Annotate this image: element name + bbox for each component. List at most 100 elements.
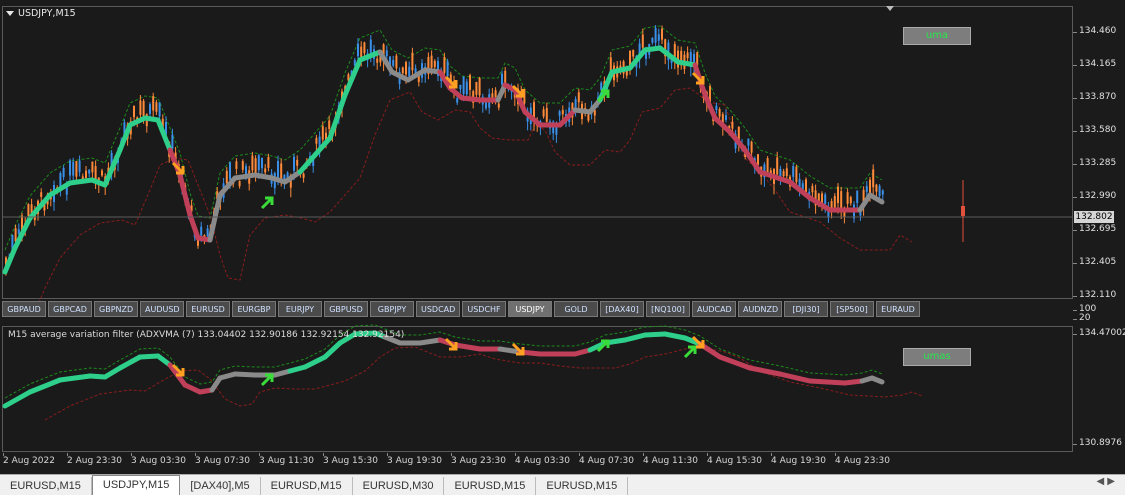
candle-body xyxy=(302,173,305,178)
candle-body xyxy=(433,60,436,68)
candle-body xyxy=(277,160,279,178)
candle-body xyxy=(561,110,564,115)
adxvma-line-segment xyxy=(232,172,258,181)
sub-adxvma-line-segment xyxy=(322,340,343,360)
sub-lower-band-line xyxy=(44,346,923,421)
candle-body xyxy=(251,155,254,171)
chart-tab[interactable]: EURUSD,M30 xyxy=(353,477,445,495)
candle-body xyxy=(731,121,734,129)
adxvma-line-segment xyxy=(327,92,348,141)
forecast-candle-body xyxy=(961,206,965,216)
price-axis[interactable]: 134.460 134.165 133.870 133.580 133.285 … xyxy=(1072,6,1125,453)
price-tick: 132.405 xyxy=(1072,257,1117,267)
chart-tab[interactable]: USDJPY,M15 xyxy=(91,475,181,495)
symbol-button-gbpcad[interactable]: GBPCAD xyxy=(48,301,92,317)
price-tick: 133.580 xyxy=(1072,125,1117,135)
time-label: 3 Aug 19:30 xyxy=(387,453,442,466)
adxvma-line-segment xyxy=(67,177,95,186)
candle-body xyxy=(641,34,644,48)
symbol-button-nq100[interactable]: [NQ100] xyxy=(646,301,690,317)
candle-body xyxy=(376,58,379,63)
sub-adxvma-line-segment xyxy=(642,331,668,338)
candle-body xyxy=(88,169,91,174)
candle-body xyxy=(501,73,503,85)
symbol-button-audusd[interactable]: AUDUSD xyxy=(140,301,184,317)
candle-body xyxy=(651,37,654,43)
candle-body xyxy=(94,166,97,181)
time-label: 3 Aug 07:30 xyxy=(195,453,250,466)
adxvma-line-segment xyxy=(807,195,833,213)
time-label: 4 Aug 03:30 xyxy=(515,453,570,466)
symbol-button-gbpjpy[interactable]: GBPJPY xyxy=(370,301,414,317)
symbol-button-eurusd[interactable]: EURUSD xyxy=(186,301,230,317)
candle-body xyxy=(261,157,263,169)
candle-body xyxy=(833,196,836,208)
dropdown-triangle-icon[interactable] xyxy=(6,11,14,16)
candle-body xyxy=(443,56,446,73)
candle-body xyxy=(200,226,203,236)
symbol-button-sp500[interactable]: [SP500] xyxy=(830,301,874,317)
adxvma-line-segment xyxy=(252,172,275,181)
symbol-button-audcad[interactable]: AUDCAD xyxy=(692,301,736,317)
time-label: 4 Aug 07:30 xyxy=(579,453,634,466)
tab-scroll-arrows-icon[interactable]: ◀ ▶ xyxy=(1096,476,1115,487)
adxvma-line-segment xyxy=(459,95,483,103)
candle-body xyxy=(686,52,689,59)
candle-body xyxy=(846,192,849,204)
candle-body xyxy=(59,173,62,187)
time-label: 2 Aug 23:30 xyxy=(67,453,122,466)
symbol-button-euraud[interactable]: EURAUD xyxy=(876,301,920,317)
candle-body xyxy=(757,154,759,166)
chart-title[interactable]: USDJPY,M15 xyxy=(6,8,76,19)
chart-window: USDJPY,M15 uma umas 134.460 134.165 133.… xyxy=(0,0,1125,495)
shift-marker-icon[interactable] xyxy=(886,6,894,11)
sub-adxvma-line-segment xyxy=(27,377,63,395)
candle-body xyxy=(542,109,545,117)
buy-arrow-icon xyxy=(260,196,274,210)
sub-adxvma-line-segment xyxy=(2,389,33,409)
adxvma-line-segment xyxy=(857,192,873,213)
candle-body xyxy=(72,161,75,176)
candle-body xyxy=(878,185,881,197)
chart-title-text: USDJPY,M15 xyxy=(18,8,76,19)
symbol-button-dax40[interactable]: [DAX40] xyxy=(600,301,644,317)
candle-body xyxy=(315,137,318,144)
candle-body xyxy=(459,84,462,90)
symbol-button-eurjpy[interactable]: EURJPY xyxy=(278,301,322,317)
candle-body xyxy=(725,115,727,120)
symbol-button-usdchf[interactable]: USDCHF xyxy=(462,301,506,317)
sub-adxvma-line-segment xyxy=(807,378,848,386)
time-axis[interactable]: 2 Aug 2022 2 Aug 23:30 3 Aug 03:30 3 Aug 07… xyxy=(2,453,1073,469)
candle-body xyxy=(494,90,497,98)
candle-body xyxy=(152,96,155,111)
symbol-button-audnzd[interactable]: AUDNZD xyxy=(738,301,782,317)
symbol-button-gbpaud[interactable]: GBPAUD xyxy=(2,301,46,317)
symbol-button-usdcad[interactable]: USDCAD xyxy=(416,301,460,317)
candle-body xyxy=(766,158,769,173)
adxvma-line-segment xyxy=(675,59,698,68)
candle-body xyxy=(328,120,331,129)
chart-tab[interactable]: EURUSD,M15 xyxy=(536,477,629,495)
sub-adxvma-line-segment xyxy=(452,342,483,352)
time-label: 4 Aug 23:30 xyxy=(835,453,890,466)
symbol-button-gbpnzd[interactable]: GBPNZD xyxy=(94,301,138,317)
sub-adxvma-line-segment xyxy=(102,365,123,380)
candle-body xyxy=(446,61,449,77)
symbol-button-usdjpy[interactable]: USDJPY xyxy=(508,301,552,317)
symbol-button-eurgbp[interactable]: EURGBP xyxy=(232,301,276,317)
chart-tabs-bar: EURUSD,M15 USDJPY,M15 [DAX40],M5 EURUSD,M15… xyxy=(0,474,1125,495)
chart-tab[interactable]: EURUSD,M15 xyxy=(444,477,537,495)
candle-body xyxy=(779,168,782,178)
candle-body xyxy=(27,204,30,216)
candle-body xyxy=(235,161,238,169)
symbol-button-gold[interactable]: GOLD xyxy=(554,301,598,317)
symbol-button-dji30[interactable]: [DJI30] xyxy=(784,301,828,317)
candle-body xyxy=(824,194,827,204)
chart-tab[interactable]: EURUSD,M15 xyxy=(261,477,353,495)
price-tick: 133.285 xyxy=(1072,158,1117,168)
sub-adxvma-line-segment xyxy=(232,371,258,378)
chart-tab[interactable]: [DAX40],M5 xyxy=(180,477,261,495)
candle-body xyxy=(14,228,17,242)
symbol-button-gbpusd[interactable]: GBPUSD xyxy=(324,301,368,317)
chart-tab[interactable]: EURUSD,M15 xyxy=(0,477,92,495)
